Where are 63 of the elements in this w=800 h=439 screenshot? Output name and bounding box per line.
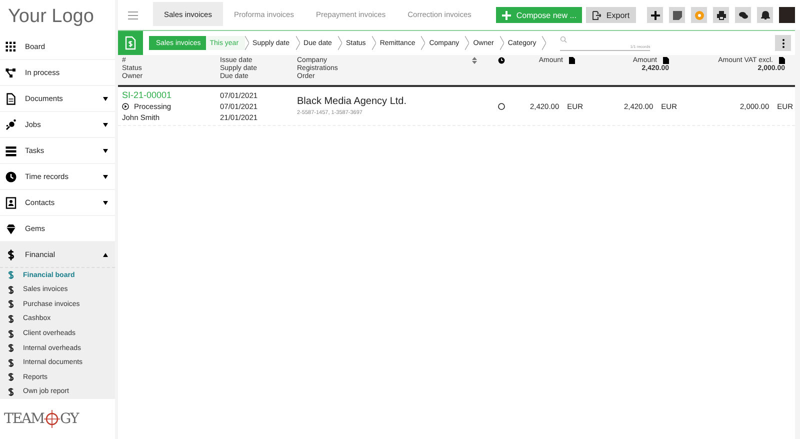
logo-text: Your Logo: [7, 5, 95, 29]
dollar-icon: [8, 286, 14, 294]
note-button[interactable]: [669, 7, 685, 23]
print-button[interactable]: [713, 7, 729, 23]
menu-icon[interactable]: [128, 10, 138, 20]
nav-icon: [5, 196, 17, 208]
caret-icon: [103, 174, 108, 178]
empty-circle-icon[interactable]: [498, 102, 504, 110]
sort-icon[interactable]: [472, 57, 477, 64]
chevron-icon: [244, 36, 249, 50]
chat-button[interactable]: [735, 7, 751, 23]
nav-icon: [5, 92, 17, 104]
dollar-icon: [8, 271, 14, 280]
nav-icon: [5, 144, 17, 156]
nav-icon: [5, 248, 17, 260]
file-icon[interactable]: [779, 57, 785, 64]
note-icon: [672, 10, 682, 20]
dollar-icon: [8, 358, 14, 367]
print-icon: [716, 10, 726, 20]
export-icon: [592, 10, 602, 20]
file-icon[interactable]: [569, 57, 575, 64]
bell-icon: [760, 10, 770, 20]
chevron-icon: [465, 36, 470, 50]
chevron-icon: [542, 36, 546, 50]
add-button[interactable]: [647, 7, 663, 23]
company-name: Black Media Agency Ltd.: [297, 96, 408, 107]
caret-icon: [103, 96, 108, 100]
chevron-icon: [421, 36, 426, 50]
dollar-icon: [8, 330, 14, 338]
dollar-icon: [8, 388, 14, 396]
caret-icon: [103, 252, 108, 256]
chevron-icon: [338, 36, 342, 50]
nav-icon: [5, 40, 17, 52]
kebab-icon: [782, 38, 784, 48]
caret-icon: [103, 122, 108, 126]
alarm-icon[interactable]: [498, 57, 504, 64]
nav-icon: [5, 170, 17, 182]
dollar-icon: [8, 300, 14, 308]
nav-icon: [5, 118, 17, 130]
help-icon: [694, 10, 704, 20]
play-circle-icon: [122, 103, 129, 110]
chevron-icon: [372, 36, 376, 50]
chat-icon: [738, 10, 748, 20]
plus-icon: [502, 10, 512, 20]
invoice-icon: [125, 36, 136, 50]
dollar-icon: [8, 344, 14, 352]
caret-icon: [103, 148, 108, 152]
dollar-icon: [8, 314, 14, 323]
caret-icon: [103, 200, 108, 204]
search-icon: [560, 36, 568, 42]
crosshair-icon: [44, 408, 60, 430]
file-icon[interactable]: [663, 57, 669, 64]
dollar-icon: [8, 373, 14, 382]
brand-text: GY: [60, 411, 78, 427]
chevron-icon: [296, 36, 300, 50]
notifications-button[interactable]: [757, 7, 773, 23]
export-button[interactable]: Export: [586, 7, 636, 23]
nav-icon: [5, 222, 17, 234]
nav-icon: [5, 66, 17, 78]
brand-text: TEAM: [4, 411, 44, 427]
chevron-icon: [500, 36, 504, 50]
more-button[interactable]: [775, 35, 791, 51]
plus-icon: [650, 10, 660, 20]
